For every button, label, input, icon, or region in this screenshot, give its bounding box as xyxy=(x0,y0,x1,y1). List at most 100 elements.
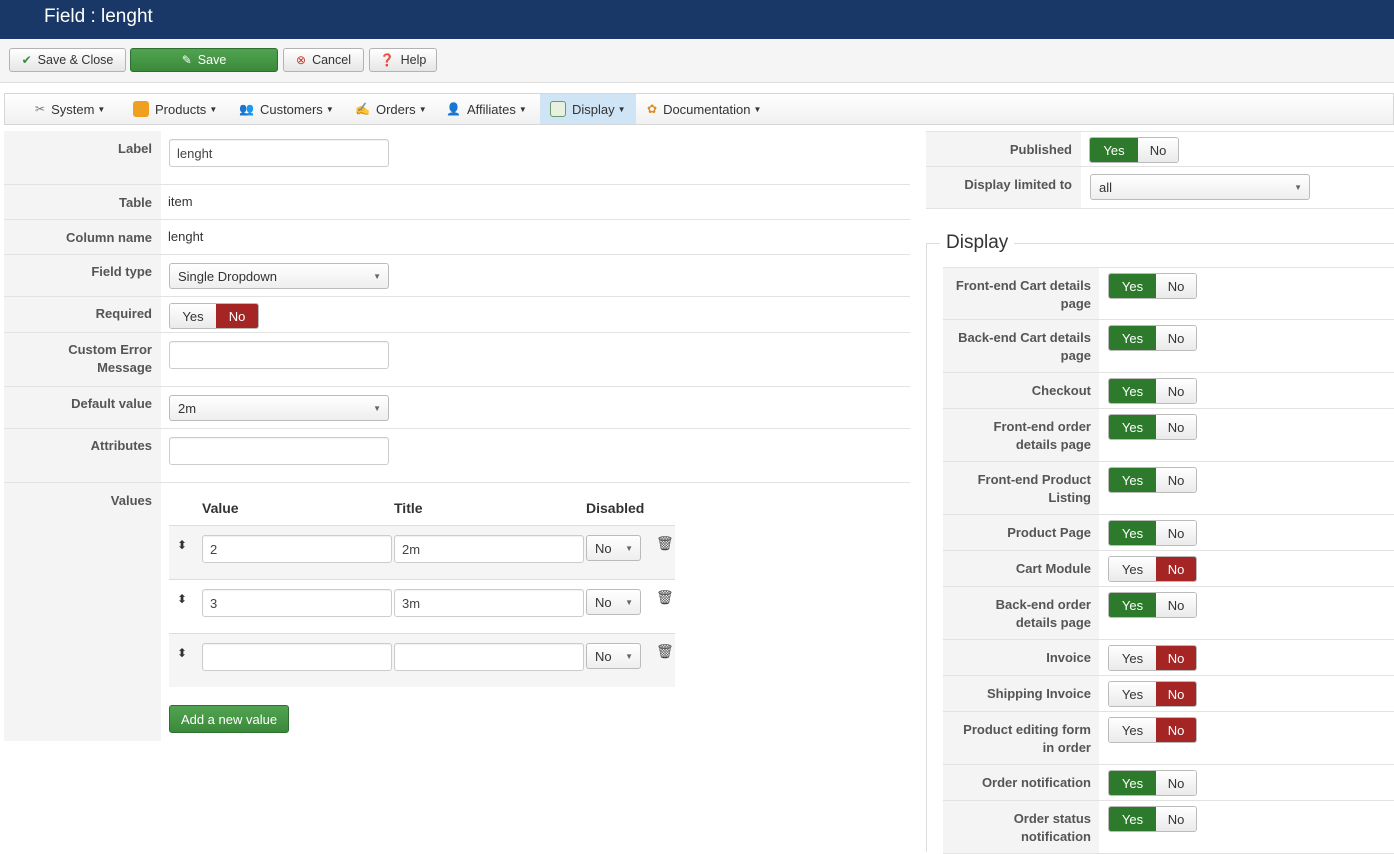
toggle-no[interactable]: No xyxy=(1156,557,1196,581)
display-row: Product Page Yes No xyxy=(943,515,1394,551)
display-toggle[interactable]: Yes No xyxy=(1108,273,1197,299)
toggle-no[interactable]: No xyxy=(1156,274,1196,298)
menu-label: Orders xyxy=(375,101,416,117)
disabled-select[interactable]: No ▼ xyxy=(586,643,641,669)
attributes-input[interactable] xyxy=(169,437,389,465)
default-value-select[interactable]: 2m ▼ xyxy=(169,395,389,421)
menu-documentation[interactable]: ✿ Documentation ▼ xyxy=(641,94,767,124)
custom-error-input[interactable] xyxy=(169,341,389,369)
toolbar: ✔ Save & Close ✎ Save ⊗ Cancel ❓ Help xyxy=(0,39,1394,83)
menu-affiliates[interactable]: 👤 Affiliates ▼ xyxy=(440,94,533,124)
toggle-no[interactable]: No xyxy=(1156,415,1196,439)
toggle-no[interactable]: No xyxy=(1156,682,1196,706)
toggle-yes[interactable]: Yes xyxy=(1109,682,1156,706)
toggle-yes[interactable]: Yes xyxy=(1109,379,1156,403)
toggle-yes[interactable]: Yes xyxy=(1109,521,1156,545)
toggle-yes[interactable]: Yes xyxy=(1109,593,1156,617)
value-input[interactable] xyxy=(202,643,392,671)
menu-system[interactable]: ✂ System ▼ xyxy=(29,94,111,124)
display-toggle[interactable]: Yes No xyxy=(1108,592,1197,618)
display-limited-select[interactable]: all ▼ xyxy=(1090,174,1310,200)
required-yes[interactable]: Yes xyxy=(170,304,216,328)
toggle-no[interactable]: No xyxy=(1156,521,1196,545)
published-toggle[interactable]: Yes No xyxy=(1089,137,1179,163)
toggle-yes[interactable]: Yes xyxy=(1109,326,1156,350)
toggle-no[interactable]: No xyxy=(1156,326,1196,350)
trash-icon[interactable]: 🗑 xyxy=(656,535,674,552)
display-toggle[interactable]: Yes No xyxy=(1108,681,1197,707)
display-toggle[interactable]: Yes No xyxy=(1108,645,1197,671)
display-row-label-line2: in order xyxy=(1042,740,1091,755)
drag-handle-icon[interactable]: ⬍ xyxy=(177,592,187,606)
display-toggle[interactable]: Yes No xyxy=(1108,520,1197,546)
save-button[interactable]: ✎ Save xyxy=(130,48,278,72)
field-type-select[interactable]: Single Dropdown ▼ xyxy=(169,263,389,289)
tools-icon: ✂ xyxy=(35,102,46,116)
drag-handle-icon[interactable]: ⬍ xyxy=(177,538,187,552)
documentation-icon: ✿ xyxy=(647,102,658,116)
menu-customers[interactable]: 👥 Customers ▼ xyxy=(233,94,340,124)
toggle-yes[interactable]: Yes xyxy=(1109,415,1156,439)
required-no[interactable]: No xyxy=(216,304,258,328)
display-toggle[interactable]: Yes No xyxy=(1108,467,1197,493)
toggle-no[interactable]: No xyxy=(1156,646,1196,670)
menu-display[interactable]: Display ▼ xyxy=(540,94,636,124)
display-toggle[interactable]: Yes No xyxy=(1108,325,1197,351)
trash-icon[interactable]: 🗑 xyxy=(656,589,674,606)
toggle-yes[interactable]: Yes xyxy=(1109,468,1156,492)
display-row-label: Back-end order details page xyxy=(943,587,1099,639)
toggle-no[interactable]: No xyxy=(1156,718,1196,742)
help-button[interactable]: ❓ Help xyxy=(369,48,437,72)
cancel-icon: ⊗ xyxy=(296,53,307,67)
display-toggle[interactable]: Yes No xyxy=(1108,378,1197,404)
display-toggle[interactable]: Yes No xyxy=(1108,414,1197,440)
toggle-no[interactable]: No xyxy=(1156,468,1196,492)
required-toggle[interactable]: Yes No xyxy=(169,303,259,329)
display-toggle[interactable]: Yes No xyxy=(1108,806,1197,832)
toggle-yes[interactable]: Yes xyxy=(1109,807,1156,831)
toggle-yes[interactable]: Yes xyxy=(1109,557,1156,581)
table-value: item xyxy=(168,194,193,209)
save-close-button[interactable]: ✔ Save & Close xyxy=(9,48,126,72)
published-no[interactable]: No xyxy=(1138,138,1178,162)
title-input[interactable]: 3m xyxy=(394,589,584,617)
title-bar: Field : lenght xyxy=(0,0,1394,39)
toggle-yes[interactable]: Yes xyxy=(1109,718,1156,742)
cancel-label: Cancel xyxy=(312,53,351,67)
toggle-yes[interactable]: Yes xyxy=(1109,771,1156,795)
default-value-value: 2m xyxy=(178,401,197,416)
toggle-no[interactable]: No xyxy=(1156,807,1196,831)
toggle-no[interactable]: No xyxy=(1156,771,1196,795)
toggle-yes[interactable]: Yes xyxy=(1109,646,1156,670)
toggle-no[interactable]: No xyxy=(1156,593,1196,617)
display-row-label: Order status notification xyxy=(943,801,1099,853)
trash-icon[interactable]: 🗑 xyxy=(656,643,674,660)
save-close-label: Save & Close xyxy=(37,53,114,67)
display-row-label-line1: Back-end Cart details xyxy=(958,330,1091,345)
title-input[interactable]: 2m xyxy=(394,535,584,563)
display-toggle[interactable]: Yes No xyxy=(1108,770,1197,796)
disabled-select[interactable]: No ▼ xyxy=(586,589,641,615)
label-input[interactable]: lenght xyxy=(169,139,389,167)
toggle-yes[interactable]: Yes xyxy=(1109,274,1156,298)
value-row: ⬍ 3 3m No ▼ 🗑 xyxy=(169,579,675,633)
cancel-button[interactable]: ⊗ Cancel xyxy=(283,48,364,72)
display-toggle[interactable]: Yes No xyxy=(1108,717,1197,743)
display-toggle[interactable]: Yes No xyxy=(1108,556,1197,582)
disabled-select[interactable]: No ▼ xyxy=(586,535,641,561)
toggle-no[interactable]: No xyxy=(1156,379,1196,403)
value-input[interactable]: 2 xyxy=(202,535,392,563)
add-value-button[interactable]: Add a new value xyxy=(169,705,289,733)
drag-handle-icon[interactable]: ⬍ xyxy=(177,646,187,660)
caret-down-icon: ▼ xyxy=(518,104,527,114)
display-row-label-line1: Cart Module xyxy=(1015,561,1091,576)
menu-orders[interactable]: ✍ Orders ▼ xyxy=(349,94,433,124)
menu-products[interactable]: Products ▼ xyxy=(127,94,223,124)
published-yes[interactable]: Yes xyxy=(1090,138,1138,162)
display-row-label-line1: Order notification xyxy=(981,775,1091,790)
title-input[interactable] xyxy=(394,643,584,671)
display-row: Front-end Product Listing Yes No xyxy=(943,462,1394,515)
value-input[interactable]: 3 xyxy=(202,589,392,617)
checkmark-icon: ✔ xyxy=(21,53,32,67)
display-row: Shipping Invoice Yes No xyxy=(943,676,1394,712)
